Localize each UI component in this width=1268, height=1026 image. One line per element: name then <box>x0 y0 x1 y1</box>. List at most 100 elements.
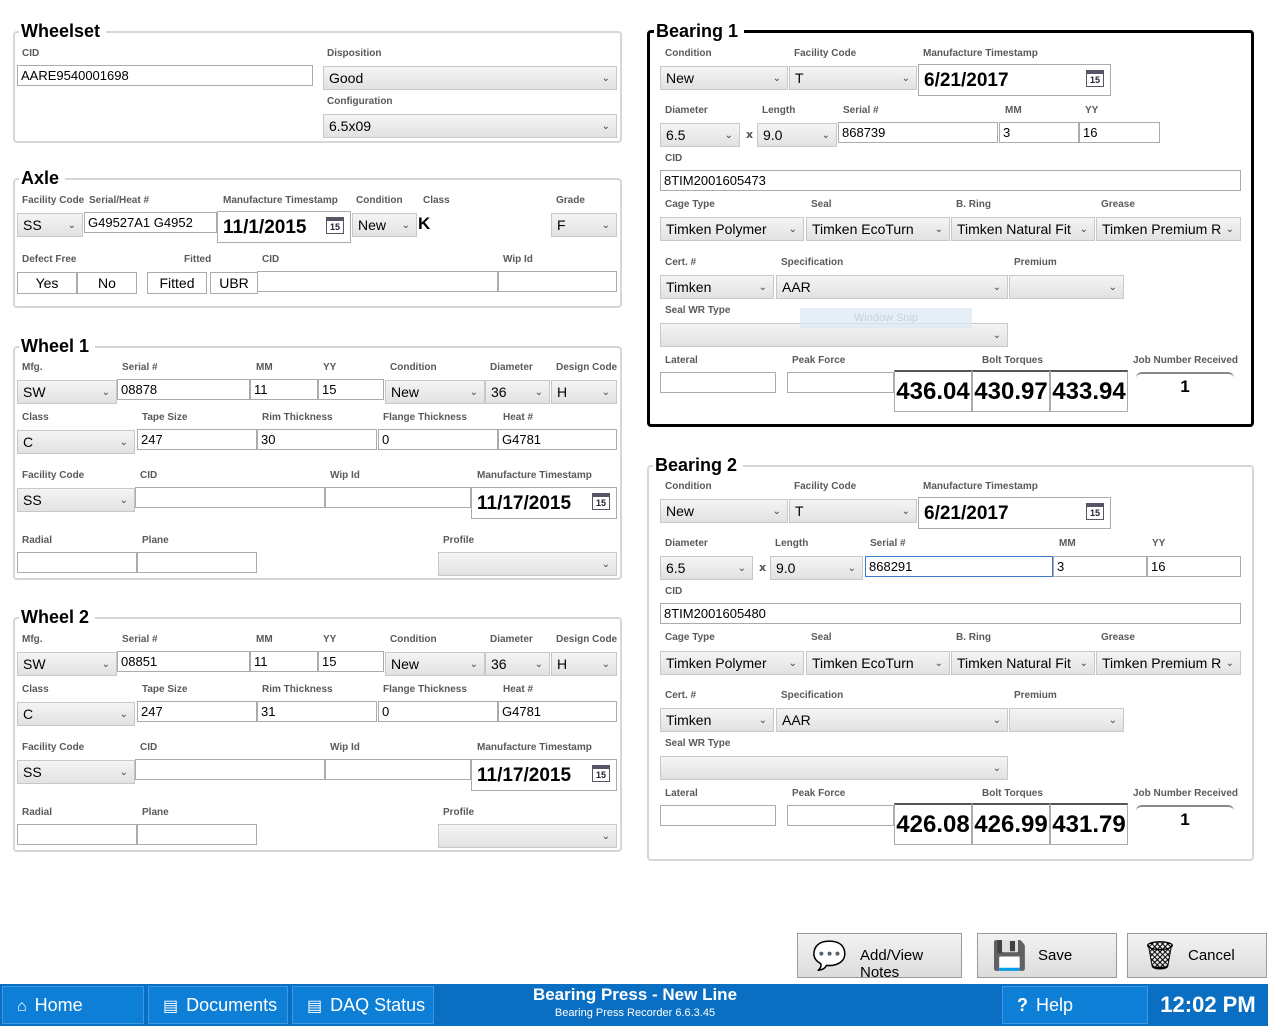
calendar-icon[interactable]: 15 <box>326 217 344 234</box>
bearing1-cert-select[interactable]: Timken ⌄ <box>660 275 774 299</box>
defect-free-no-button[interactable]: No <box>77 272 137 294</box>
bearing2-facility-select[interactable]: T ⌄ <box>789 499 917 523</box>
wheel1-mfg-select[interactable]: SW ⌄ <box>17 380 117 404</box>
bearing1-lateral-input[interactable] <box>660 372 776 393</box>
home-button[interactable]: ⌂ Home <box>2 986 144 1024</box>
disposition-select[interactable]: Good ⌄ <box>323 66 617 90</box>
bearing1-diameter-select[interactable]: 6.5 ⌄ <box>660 123 740 147</box>
bearing1-seal-select[interactable]: Timken EcoTurn ⌄ <box>806 217 950 241</box>
bearing2-sealwr-select[interactable]: ⌄ <box>660 756 1008 780</box>
wheel1-profile-select[interactable]: ⌄ <box>438 552 617 576</box>
wheel1-diameter-select[interactable]: 36 ⌄ <box>485 380 550 404</box>
bearing1-cage-select[interactable]: Timken Polymer ⌄ <box>660 217 804 241</box>
wheel2-tape-input[interactable]: 247 <box>137 701 257 722</box>
wheel2-mfg-select[interactable]: SW ⌄ <box>17 652 117 676</box>
axle-grade-select[interactable]: F ⌄ <box>551 213 617 237</box>
bearing2-diameter-select[interactable]: 6.5 ⌄ <box>660 556 753 580</box>
bearing2-yy-input[interactable]: 16 <box>1147 556 1241 577</box>
bearing2-peak-input[interactable] <box>787 805 894 826</box>
wheel2-class-select[interactable]: C ⌄ <box>17 702 135 726</box>
save-button[interactable]: 💾 Save <box>977 933 1117 978</box>
bearing2-cid-input[interactable]: 8TIM2001605480 <box>660 603 1241 624</box>
bearing2-premium-select[interactable]: ⌄ <box>1009 708 1124 732</box>
wheel1-facility-select[interactable]: SS ⌄ <box>17 488 135 512</box>
wheel1-serial-input[interactable]: 08878 <box>117 379 250 400</box>
wheel2-wip-input[interactable] <box>325 759 471 780</box>
wheel1-heat-input[interactable]: G4781 <box>498 429 617 450</box>
bearing1-length-select[interactable]: 9.0 ⌄ <box>757 123 837 147</box>
axle-condition-select[interactable]: New ⌄ <box>352 213 417 237</box>
bearing2-seal-select[interactable]: Timken EcoTurn ⌄ <box>806 651 950 675</box>
wheel1-class-select[interactable]: C ⌄ <box>17 430 135 454</box>
bearing2-bring-select[interactable]: Timken Natural Fit ⌄ <box>951 651 1095 675</box>
cancel-button[interactable]: 🗑 Cancel <box>1127 933 1267 978</box>
wheel2-mm-input[interactable]: 11 <box>250 651 318 672</box>
wheel2-rim-input[interactable]: 31 <box>257 701 377 722</box>
documents-button[interactable]: ▤ Documents <box>148 986 288 1024</box>
calendar-icon[interactable]: 15 <box>592 493 610 510</box>
calendar-icon[interactable]: 15 <box>1086 70 1104 87</box>
wheel2-yy-input[interactable]: 15 <box>318 651 384 672</box>
bearing1-mfg-ts-input[interactable]: 6/21/2017 15 <box>918 64 1111 96</box>
bearing1-bring-select[interactable]: Timken Natural Fit ⌄ <box>951 217 1095 241</box>
bearing1-grease-select[interactable]: Timken Premium R ⌄ <box>1096 217 1241 241</box>
wheel2-profile-select[interactable]: ⌄ <box>438 824 617 848</box>
daq-status-button[interactable]: ▤ DAQ Status <box>292 986 434 1024</box>
wheel1-flange-input[interactable]: 0 <box>378 429 498 450</box>
bearing1-condition-select[interactable]: New ⌄ <box>660 66 788 90</box>
add-view-notes-button[interactable]: 💬 Add/View Notes <box>797 933 962 981</box>
wheel1-condition-select[interactable]: New ⌄ <box>385 380 485 404</box>
bearing1-peak-input[interactable] <box>787 372 894 393</box>
wheel2-heat-input[interactable]: G4781 <box>498 701 617 722</box>
wheel2-mfg-ts-input[interactable]: 11/17/2015 15 <box>471 759 617 791</box>
bearing1-serial-input[interactable]: 868739 <box>838 122 998 143</box>
wheel1-yy-input[interactable]: 15 <box>318 379 384 400</box>
wheel1-plane-input[interactable] <box>137 552 257 573</box>
axle-wip-input[interactable] <box>498 271 617 292</box>
wheel1-cid-input[interactable] <box>135 487 325 508</box>
bearing2-cage-select[interactable]: Timken Polymer ⌄ <box>660 651 804 675</box>
bearing2-mfg-ts-input[interactable]: 6/21/2017 15 <box>918 497 1111 529</box>
bearing2-lateral-input[interactable] <box>660 805 776 826</box>
wheel1-wip-input[interactable] <box>325 487 471 508</box>
wheel1-design-select[interactable]: H ⌄ <box>551 380 617 404</box>
wheel2-cid-input[interactable] <box>135 759 325 780</box>
axle-serial-input[interactable]: G49527A1 G4952 <box>84 212 217 233</box>
bearing1-facility-select[interactable]: T ⌄ <box>789 66 917 90</box>
bearing2-serial-input[interactable]: 868291 <box>865 556 1053 577</box>
bearing1-cid-input[interactable]: 8TIM2001605473 <box>660 170 1241 191</box>
bearing1-yy-input[interactable]: 16 <box>1079 122 1160 143</box>
axle-cid-input[interactable] <box>257 271 498 292</box>
wheel2-facility-select[interactable]: SS ⌄ <box>17 760 135 784</box>
wheel1-tape-input[interactable]: 247 <box>137 429 257 450</box>
bearing1-spec-select[interactable]: AAR ⌄ <box>776 275 1008 299</box>
wheel2-radial-input[interactable] <box>17 824 137 845</box>
defect-free-yes-button[interactable]: Yes <box>17 272 77 294</box>
wheel2-condition-select[interactable]: New ⌄ <box>385 652 485 676</box>
wheel1-rim-input[interactable]: 30 <box>257 429 377 450</box>
wheel2-flange-input[interactable]: 0 <box>378 701 498 722</box>
help-button[interactable]: ? Help <box>1002 986 1148 1024</box>
bearing2-spec-select[interactable]: AAR ⌄ <box>776 708 1008 732</box>
wheel2-diameter-select[interactable]: 36 ⌄ <box>485 652 550 676</box>
bearing2-cert-select[interactable]: Timken ⌄ <box>660 708 774 732</box>
axle-facility-select[interactable]: SS ⌄ <box>17 213 83 237</box>
bearing2-grease-select[interactable]: Timken Premium R ⌄ <box>1096 651 1241 675</box>
configuration-select[interactable]: 6.5x09 ⌄ <box>323 114 617 138</box>
bearing1-mm-input[interactable]: 3 <box>999 122 1079 143</box>
calendar-icon[interactable]: 15 <box>592 765 610 782</box>
bearing2-condition-select[interactable]: New ⌄ <box>660 499 788 523</box>
ubr-button[interactable]: UBR <box>210 272 258 294</box>
bearing2-mm-input[interactable]: 3 <box>1053 556 1147 577</box>
wheel1-radial-input[interactable] <box>17 552 137 573</box>
bearing2-length-select[interactable]: 9.0 ⌄ <box>770 556 863 580</box>
wheel1-mfg-ts-input[interactable]: 11/17/2015 15 <box>471 487 617 519</box>
calendar-icon[interactable]: 15 <box>1086 503 1104 520</box>
wheel2-serial-input[interactable]: 08851 <box>117 651 250 672</box>
bearing1-premium-select[interactable]: ⌄ <box>1009 275 1124 299</box>
fitted-button[interactable]: Fitted <box>147 272 207 294</box>
axle-mfg-ts-input[interactable]: 11/1/2015 15 <box>217 211 351 243</box>
wheel1-mm-input[interactable]: 11 <box>250 379 318 400</box>
wheelset-cid-input[interactable]: AARE9540001698 <box>17 65 313 86</box>
wheel2-plane-input[interactable] <box>137 824 257 845</box>
